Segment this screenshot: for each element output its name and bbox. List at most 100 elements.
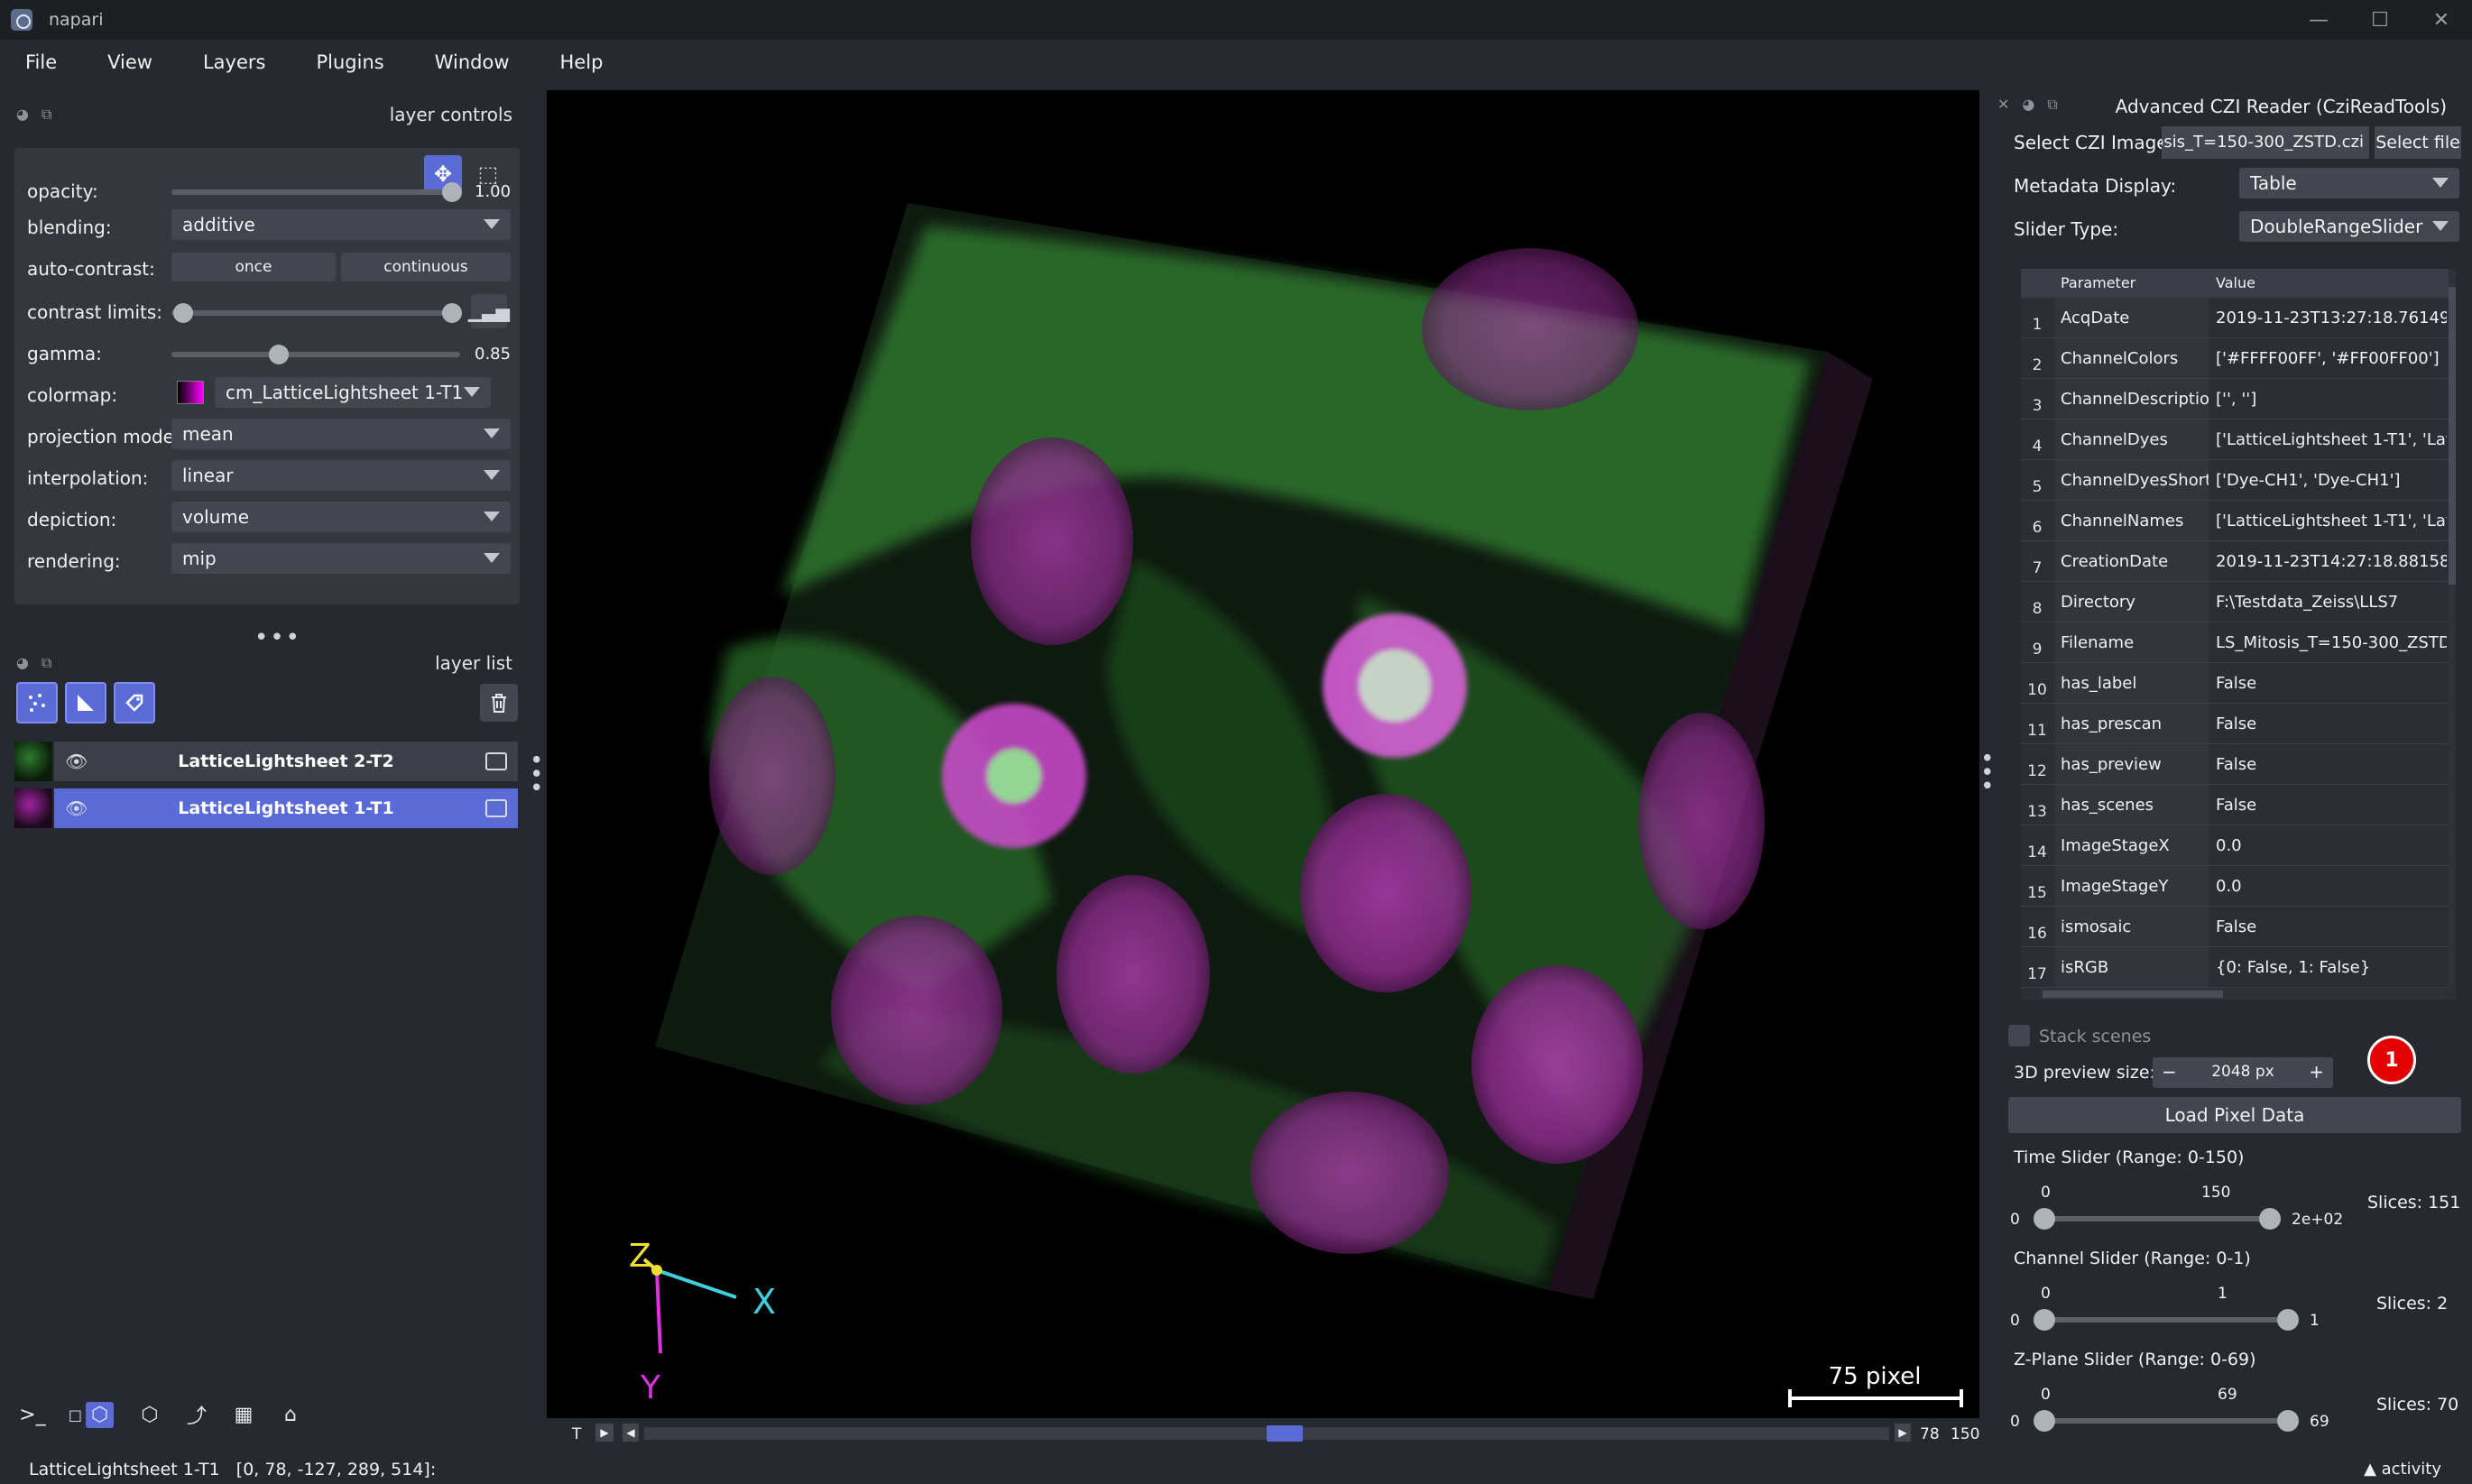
parameter-cell[interactable]: Directory bbox=[2055, 582, 2209, 622]
slider-type-dropdown[interactable]: DoubleRangeSlider bbox=[2239, 211, 2459, 242]
parameter-cell[interactable]: has_label bbox=[2055, 663, 2209, 703]
menu-file[interactable]: File bbox=[25, 51, 57, 73]
menu-plugins[interactable]: Plugins bbox=[316, 51, 383, 73]
console-icon[interactable]: >_ bbox=[13, 1395, 52, 1434]
home-icon[interactable]: ⌂ bbox=[271, 1395, 310, 1434]
value-cell[interactable]: {0: False, 1: False} bbox=[2210, 947, 2447, 987]
new-labels-layer-icon[interactable] bbox=[114, 682, 155, 724]
value-cell[interactable]: ['#FFFF00FF', '#FF00FF00'] bbox=[2210, 338, 2447, 378]
scrollbar-thumb[interactable] bbox=[2043, 991, 2223, 998]
parameter-cell[interactable]: CreationDate bbox=[2055, 541, 2209, 581]
opacity-slider[interactable] bbox=[171, 189, 460, 195]
range-slider-low-handle[interactable] bbox=[2034, 1208, 2055, 1230]
table-row[interactable]: 3 ChannelDescriptions['', ''] bbox=[2021, 379, 2456, 419]
table-row[interactable]: 10 has_label False bbox=[2021, 663, 2456, 704]
range-slider-high-handle[interactable] bbox=[2277, 1309, 2299, 1331]
dock-float-icon[interactable]: ⧉ bbox=[42, 654, 51, 672]
range-slider-high-handle[interactable] bbox=[2259, 1208, 2281, 1230]
range-slider-high-handle[interactable] bbox=[2277, 1410, 2299, 1432]
contrast-high-handle[interactable] bbox=[442, 303, 462, 323]
parameter-cell[interactable]: Filename bbox=[2055, 622, 2209, 662]
value-cell[interactable]: ['LatticeLightsheet 1-T1', 'Latti bbox=[2210, 501, 2447, 540]
viewer-canvas[interactable]: Z X Y 75 pixel bbox=[547, 90, 1979, 1418]
table-row[interactable]: 7 CreationDate 2019-11-23T14:27:18.8815814 bbox=[2021, 541, 2456, 582]
histogram-icon[interactable]: ▁▃▅ bbox=[468, 294, 510, 328]
right-dock-splitter-handle[interactable]: ••• bbox=[1972, 751, 1999, 792]
minimize-icon[interactable]: — bbox=[2288, 0, 2349, 40]
dock-close-icon[interactable]: ✕ bbox=[1997, 96, 2009, 114]
parameter-cell[interactable]: AcqDate bbox=[2055, 298, 2209, 337]
menu-view[interactable]: View bbox=[107, 51, 152, 73]
interpolation-dropdown[interactable]: linear bbox=[171, 460, 511, 491]
value-cell[interactable]: 0.0 bbox=[2210, 825, 2447, 865]
dock-hide-icon[interactable]: ◕ bbox=[16, 654, 29, 672]
parameter-cell[interactable]: ChannelDyes bbox=[2055, 419, 2209, 459]
layer-row-latticelightsheet-2-t2[interactable]: 👁 LatticeLightsheet 2-T2 bbox=[14, 742, 518, 781]
stack-scenes-checkbox[interactable] bbox=[2008, 1025, 2030, 1046]
auto-contrast-once-button[interactable]: once bbox=[171, 253, 336, 281]
dims-current-value[interactable]: 78 bbox=[1920, 1425, 1940, 1443]
table-row[interactable]: 2 ChannelColors ['#FFFF00FF', '#FF00FF00'] bbox=[2021, 338, 2456, 379]
value-cell[interactable]: False bbox=[2210, 907, 2447, 946]
contrast-low-handle[interactable] bbox=[173, 303, 193, 323]
ndisplay-toggle-icon[interactable]: □ ⬡ bbox=[60, 1395, 123, 1434]
value-cell[interactable]: False bbox=[2210, 704, 2447, 743]
parameter-cell[interactable]: has_scenes bbox=[2055, 785, 2209, 825]
value-cell[interactable]: 2019-11-23T13:27:18.7614922 bbox=[2210, 298, 2447, 337]
dock-splitter-handle[interactable]: ••• bbox=[521, 752, 549, 794]
select-file-button[interactable]: Select file bbox=[2375, 126, 2461, 159]
projection-mode-dropdown[interactable]: mean bbox=[171, 419, 511, 449]
table-row[interactable]: 5 ChannelDyesShort ['Dye-CH1', 'Dye-CH1'] bbox=[2021, 460, 2456, 501]
value-cell[interactable]: ['LatticeLightsheet 1-T1', 'Latti bbox=[2210, 419, 2447, 459]
value-cell[interactable]: 2019-11-23T14:27:18.8815814 bbox=[2210, 541, 2447, 581]
colormap-dropdown[interactable]: cm_LatticeLightsheet 1-T1 bbox=[215, 377, 491, 408]
dock-hide-icon[interactable]: ◕ bbox=[2022, 96, 2034, 114]
parameter-cell[interactable]: has_prescan bbox=[2055, 704, 2209, 743]
value-cell[interactable]: LS_Mitosis_T=150-300_ZSTD.c bbox=[2210, 622, 2447, 662]
dock-float-icon[interactable]: ⧉ bbox=[2047, 96, 2057, 114]
range-slider-track[interactable] bbox=[2044, 1418, 2288, 1424]
delete-layer-icon[interactable] bbox=[480, 684, 518, 722]
parameter-cell[interactable]: ChannelDyesShort bbox=[2055, 460, 2209, 500]
value-cell[interactable]: False bbox=[2210, 663, 2447, 703]
parameter-cell[interactable]: ImageStageY bbox=[2055, 866, 2209, 906]
depiction-dropdown[interactable]: volume bbox=[171, 502, 511, 532]
step-back-icon[interactable]: ◀ bbox=[623, 1424, 639, 1442]
table-row[interactable]: 14 ImageStageX 0.0 bbox=[2021, 825, 2456, 866]
close-icon[interactable]: ✕ bbox=[2411, 0, 2472, 40]
range-slider-track[interactable] bbox=[2044, 1317, 2288, 1323]
menu-window[interactable]: Window bbox=[435, 51, 510, 73]
value-cell[interactable]: False bbox=[2210, 785, 2447, 825]
czi-file-field[interactable]: Mitosis_T=150-300_ZSTD.czi bbox=[2162, 126, 2369, 159]
range-slider-track[interactable] bbox=[2044, 1216, 2270, 1221]
plus-icon[interactable]: + bbox=[2309, 1061, 2324, 1083]
blending-dropdown[interactable]: additive bbox=[171, 209, 511, 240]
table-row[interactable]: 15 ImageStageY 0.0 bbox=[2021, 866, 2456, 907]
value-cell[interactable]: False bbox=[2210, 744, 2447, 784]
metadata-display-dropdown[interactable]: Table bbox=[2239, 168, 2459, 198]
table-row[interactable]: 17 isRGB {0: False, 1: False} bbox=[2021, 947, 2456, 988]
activity-button[interactable]: ▲ activity bbox=[2364, 1460, 2441, 1479]
parameter-cell[interactable]: ChannelNames bbox=[2055, 501, 2209, 540]
layer-row-latticelightsheet-1-t1[interactable]: 👁 LatticeLightsheet 1-T1 bbox=[14, 788, 518, 828]
preview-size-spinbox[interactable]: − 2048 px + bbox=[2153, 1057, 2333, 1088]
value-cell[interactable]: F:\Testdata_Zeiss\LLS7 bbox=[2210, 582, 2447, 622]
menu-help[interactable]: Help bbox=[560, 51, 604, 73]
parameter-cell[interactable]: ImageStageX bbox=[2055, 825, 2209, 865]
play-icon[interactable]: ▶ bbox=[595, 1424, 613, 1442]
dims-handle[interactable] bbox=[1267, 1425, 1303, 1442]
table-vertical-scrollbar[interactable] bbox=[2449, 269, 2456, 991]
scrollbar-thumb[interactable] bbox=[2449, 287, 2456, 585]
range-slider-low-handle[interactable] bbox=[2034, 1309, 2055, 1331]
maximize-icon[interactable]: ☐ bbox=[2349, 0, 2411, 40]
value-cell[interactable]: 0.0 bbox=[2210, 866, 2447, 906]
step-forward-icon[interactable]: ▶ bbox=[1895, 1424, 1911, 1442]
opacity-slider-handle[interactable] bbox=[442, 182, 462, 202]
parameter-cell[interactable]: ChannelDescriptions bbox=[2055, 379, 2209, 419]
parameter-cell[interactable]: has_preview bbox=[2055, 744, 2209, 784]
menu-layers[interactable]: Layers bbox=[203, 51, 266, 73]
value-cell[interactable]: ['Dye-CH1', 'Dye-CH1'] bbox=[2210, 460, 2447, 500]
value-cell[interactable]: ['', ''] bbox=[2210, 379, 2447, 419]
table-row[interactable]: 1 AcqDate 2019-11-23T13:27:18.7614922 bbox=[2021, 298, 2456, 338]
parameter-cell[interactable]: ismosaic bbox=[2055, 907, 2209, 946]
